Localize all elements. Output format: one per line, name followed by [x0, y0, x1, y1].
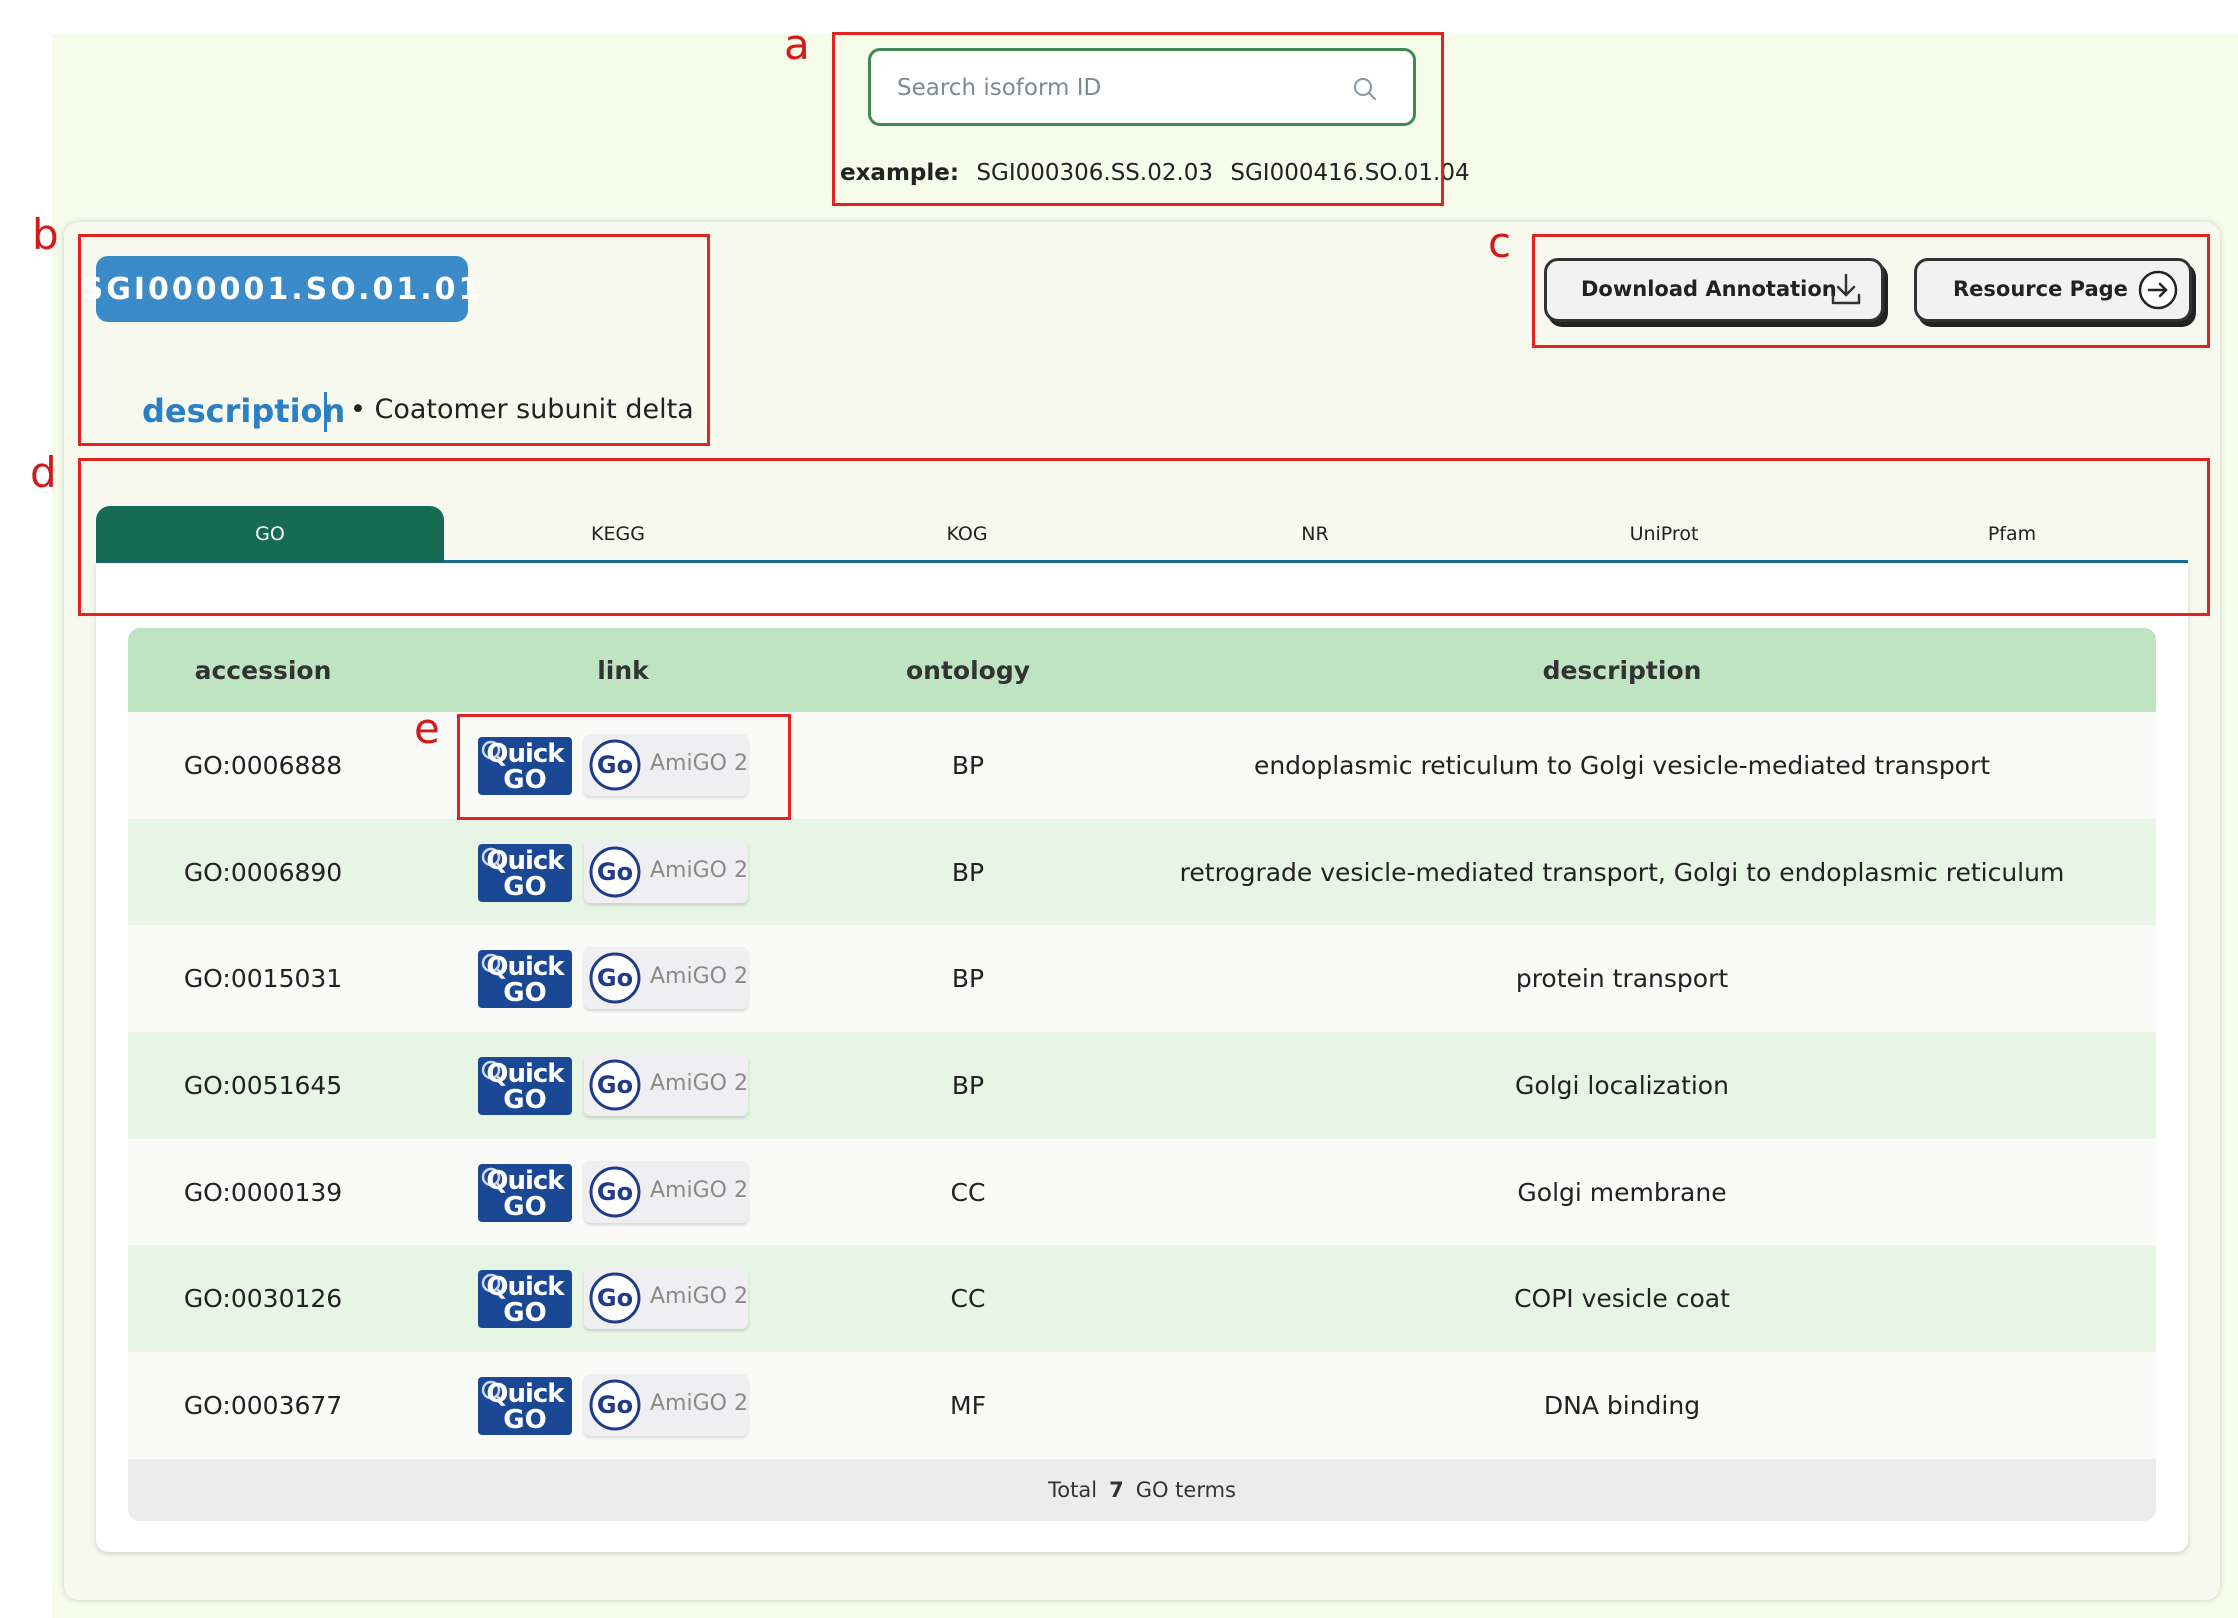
- cell-link: Quick GO Go AmiGO 2: [398, 1139, 848, 1246]
- amigo-label: AmiGO 2: [650, 1071, 748, 1097]
- cell-description: Golgi localization: [1515, 1070, 1729, 1100]
- quickgo-link[interactable]: Quick GO: [478, 1057, 572, 1116]
- table-row: GO:0000139 Quick GO Go AmiGO 2 CC Golgi membra…: [128, 1138, 2156, 1246]
- cell-ontology: BP: [951, 750, 985, 780]
- annotation-box-e: [457, 714, 791, 820]
- table-row: GO:0051645 Quick GO Go AmiGO 2 BP Golgi locali…: [128, 1032, 2156, 1139]
- header-description: description: [1542, 655, 1702, 685]
- cell-link: Quick GO Go AmiGO 2: [398, 1032, 848, 1139]
- amigo-logo-icon: Go: [589, 1272, 641, 1324]
- quickgo-text-bottom: GO: [503, 978, 547, 1009]
- svg-text:Go: Go: [597, 1391, 633, 1419]
- cell-description: endoplasmic reticulum to Golgi vesicle-m…: [1253, 750, 1991, 780]
- amigo-link[interactable]: Go AmiGO 2: [584, 1267, 748, 1330]
- cell-ontology: MF: [950, 1390, 986, 1420]
- annotation-letter-e: e: [414, 704, 440, 753]
- cell-link: Quick GO Go AmiGO 2: [398, 819, 848, 926]
- amigo-logo-icon: Go: [589, 1166, 641, 1218]
- table-footer: Total 7 GO terms: [128, 1458, 2156, 1521]
- quickgo-link[interactable]: Quick GO: [478, 950, 572, 1009]
- header-link: link: [597, 655, 649, 685]
- quickgo-text-bottom: GO: [503, 871, 547, 902]
- table-header: accession link ontology description: [128, 628, 2156, 712]
- annotation-box-c: [1532, 234, 2210, 348]
- cell-accession: GO:0000139: [183, 1177, 343, 1207]
- cell-accession: GO:0006890: [183, 857, 343, 887]
- svg-text:Go: Go: [597, 1178, 633, 1206]
- table-row: GO:0030126 Quick GO Go AmiGO 2 CC COPI vesicle…: [128, 1245, 2156, 1353]
- table-row: GO:0006890 Quick GO Go AmiGO 2 BP retrograde v…: [128, 818, 2156, 926]
- quickgo-text-bottom: GO: [503, 1191, 547, 1222]
- quickgo-link[interactable]: Quick GO: [478, 843, 572, 902]
- quickgo-text-bottom: GO: [503, 1085, 547, 1116]
- amigo-label: AmiGO 2: [650, 1284, 748, 1310]
- cell-link: Quick GO Go AmiGO 2: [398, 1352, 848, 1459]
- annotation-letter-c: c: [1488, 218, 1512, 267]
- quickgo-text-bottom: GO: [503, 1298, 547, 1329]
- annotation-box-d: [78, 458, 2210, 616]
- annotation-letter-a: a: [784, 20, 810, 69]
- svg-text:Go: Go: [597, 1284, 633, 1312]
- table-body: GO:0006888 Quick GO Go AmiGO 2 BP endoplasmic …: [128, 712, 2156, 1459]
- cell-accession: GO:0015031: [183, 964, 343, 994]
- footer-prefix: Total: [1048, 1477, 1098, 1502]
- amigo-link[interactable]: Go AmiGO 2: [584, 1054, 748, 1117]
- annotation-box-a: [832, 32, 1444, 206]
- svg-text:Go: Go: [597, 964, 633, 992]
- annotation-letter-b: b: [32, 210, 59, 259]
- header-accession: accession: [194, 655, 332, 685]
- amigo-link[interactable]: Go AmiGO 2: [584, 1160, 748, 1223]
- svg-text:Go: Go: [597, 858, 633, 886]
- amigo-logo-icon: Go: [589, 952, 641, 1004]
- svg-text:Go: Go: [597, 1071, 633, 1099]
- cell-ontology: CC: [950, 1177, 986, 1207]
- quickgo-link[interactable]: Quick GO: [478, 1377, 572, 1436]
- amigo-logo-icon: Go: [589, 1059, 641, 1111]
- amigo-link[interactable]: Go AmiGO 2: [584, 840, 748, 903]
- cell-accession: GO:0030126: [183, 1284, 343, 1314]
- amigo-logo-icon: Go: [589, 846, 641, 898]
- annotation-letter-d: d: [30, 448, 57, 497]
- table-row: GO:0003677 Quick GO Go AmiGO 2 MF DNA binding: [128, 1352, 2156, 1459]
- amigo-label: AmiGO 2: [650, 857, 748, 883]
- footer-suffix: GO terms: [1135, 1477, 1236, 1502]
- quickgo-link[interactable]: Quick GO: [478, 1163, 572, 1222]
- cell-ontology: CC: [950, 1284, 986, 1314]
- cell-accession: GO:0051645: [183, 1070, 343, 1100]
- amigo-label: AmiGO 2: [650, 964, 748, 990]
- cell-description: retrograde vesicle-mediated transport, G…: [1179, 857, 2065, 887]
- amigo-link[interactable]: Go AmiGO 2: [584, 1374, 748, 1437]
- cell-description: Golgi membrane: [1517, 1177, 1727, 1207]
- amigo-link[interactable]: Go AmiGO 2: [584, 947, 748, 1010]
- cell-link: Quick GO Go AmiGO 2: [398, 1245, 848, 1352]
- cell-ontology: BP: [951, 1070, 985, 1100]
- quickgo-link[interactable]: Quick GO: [478, 1270, 572, 1329]
- cell-description: COPI vesicle coat: [1514, 1284, 1730, 1314]
- amigo-label: AmiGO 2: [650, 1391, 748, 1417]
- cell-accession: GO:0003677: [183, 1390, 343, 1420]
- cell-accession: GO:0006888: [183, 750, 343, 780]
- annotation-box-b: [78, 234, 710, 446]
- cell-ontology: BP: [951, 857, 985, 887]
- amigo-logo-icon: Go: [589, 1379, 641, 1431]
- cell-link: Quick GO Go AmiGO 2: [398, 925, 848, 1032]
- quickgo-text-bottom: GO: [503, 1405, 547, 1436]
- cell-ontology: BP: [951, 964, 985, 994]
- footer-count: 7: [1109, 1477, 1124, 1502]
- cell-description: protein transport: [1515, 964, 1729, 994]
- amigo-label: AmiGO 2: [650, 1177, 748, 1203]
- header-ontology: ontology: [905, 655, 1031, 685]
- cell-description: DNA binding: [1543, 1390, 1701, 1420]
- go-table: accession link ontology description GO:0…: [128, 628, 2156, 1521]
- table-row: GO:0015031 Quick GO Go AmiGO 2 BP protein tran…: [128, 925, 2156, 1033]
